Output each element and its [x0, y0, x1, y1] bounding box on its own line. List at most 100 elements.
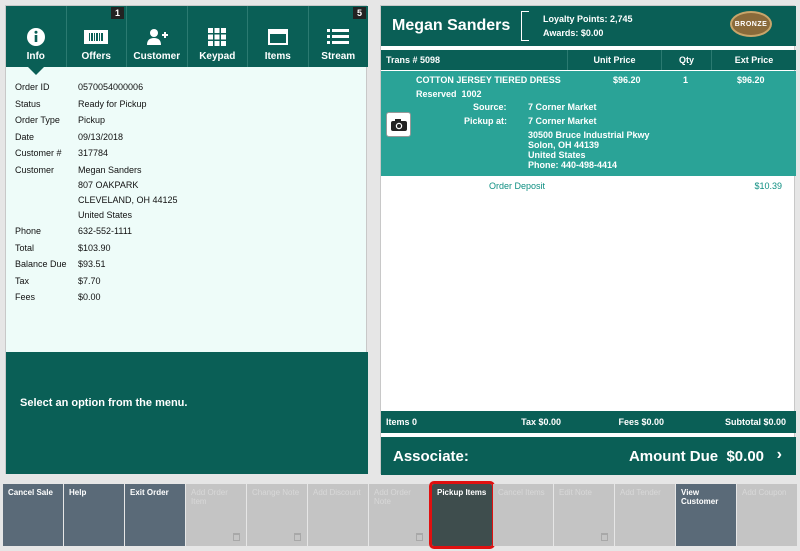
order-deposit-value: $10.39: [754, 181, 782, 191]
cancel-sale-button[interactable]: Cancel Sale: [3, 484, 63, 546]
chevron-right-icon[interactable]: ›: [777, 446, 782, 464]
field-label: Fees: [15, 292, 36, 303]
order-info-panel: Info 1 Offers Customer Keypad Items 5 St…: [5, 5, 369, 474]
help-button[interactable]: Help: [64, 484, 124, 546]
ext-price-header: Ext Price: [711, 50, 796, 70]
tier-label: BRONZE: [734, 20, 768, 28]
date-row: Date 09/13/2018: [15, 132, 278, 149]
unit-price-header: Unit Price: [567, 50, 661, 70]
item-reserved: Reserved 1002: [416, 89, 482, 99]
total-row: Total $103.90: [15, 243, 278, 260]
order-details: Order ID 0570054000006 Status Ready for Pi…: [15, 82, 278, 309]
field-label: Balance Due: [15, 259, 67, 270]
pickup-items-button[interactable]: Pickup Items: [429, 481, 495, 549]
cancel-items-button[interactable]: Cancel Items: [493, 484, 553, 546]
menu-prompt: Select an option from the menu.: [6, 352, 368, 474]
tab-label: Stream: [321, 51, 356, 62]
items-count: Items 0: [386, 417, 418, 427]
pickup-phone: Phone: 440-498-4414: [528, 160, 618, 170]
coupon-icon: [83, 26, 109, 48]
order-id-value: 0570054000006: [78, 82, 144, 92]
status-row: Status Ready for Pickup: [15, 99, 278, 116]
tab-label: Customer: [133, 51, 181, 62]
loyalty-info: Loyalty Points: 2,745 Awards: $0.00: [543, 12, 633, 40]
address-line: United States: [78, 209, 133, 220]
trans-number-header: Trans # 5098: [386, 55, 441, 65]
tab-info[interactable]: Info: [6, 6, 67, 75]
tab-offers[interactable]: 1 Offers: [67, 6, 127, 67]
info-icon: [26, 26, 46, 48]
change-note-button[interactable]: Change Note: [247, 484, 307, 546]
source-label: Source:: [473, 102, 507, 112]
trash-icon: [294, 533, 301, 541]
tab-label: Items: [264, 51, 291, 62]
add-order-item-button[interactable]: Add Order Item: [186, 484, 246, 546]
pickup-address: 30500 Bruce Industrial Pkwy: [528, 130, 650, 140]
tab-keypad[interactable]: Keypad: [188, 6, 248, 67]
edit-note-button[interactable]: Edit Note: [554, 484, 614, 546]
customer-name: Megan Sanders: [78, 164, 142, 175]
tab-label: Info: [26, 51, 45, 62]
top-tab-bar: Info 1 Offers Customer Keypad Items 5 St…: [6, 6, 369, 75]
address-line: CLEVELAND, OH 44125: [78, 194, 178, 205]
order-type-row: Order Type Pickup: [15, 115, 278, 132]
field-label: Status: [15, 98, 41, 109]
order-id-row: Order ID 0570054000006: [15, 82, 278, 99]
order-type-value: Pickup: [78, 115, 106, 126]
add-user-icon: [146, 26, 168, 48]
camera-icon[interactable]: [386, 112, 411, 137]
qty-header: Qty: [661, 50, 711, 70]
transaction-panel: Megan Sanders Loyalty Points: 2,745 Awar…: [380, 5, 796, 475]
amount-due-bar[interactable]: Associate: Amount Due $0.00 ›: [381, 437, 796, 475]
button-label: Cancel Sale: [8, 488, 53, 497]
keypad-icon: [208, 26, 227, 48]
tax-row: Tax $7.70: [15, 276, 278, 293]
button-label: Cancel Items: [498, 488, 545, 497]
fees-value: $0.00: [78, 292, 101, 303]
field-label: Customer: [15, 164, 55, 175]
tab-stream[interactable]: 5 Stream: [309, 6, 369, 67]
item-unit-price: $96.20: [613, 75, 641, 85]
add-discount-button[interactable]: Add Discount: [308, 484, 368, 546]
item-qty: 1: [683, 75, 689, 85]
field-label: Customer #: [15, 148, 62, 159]
phone-value: 632-552-1111: [78, 225, 133, 236]
pickup-address: Solon, OH 44139: [528, 140, 600, 150]
button-label: Add Coupon: [742, 488, 787, 497]
button-label: Pickup Items: [437, 488, 487, 497]
view-customer-button[interactable]: View Customer: [676, 484, 736, 546]
line-item-row[interactable]: COTTON JERSEY TIERED DRESS $96.20 1 $96.…: [381, 71, 796, 176]
add-coupon-button[interactable]: Add Coupon: [737, 484, 797, 546]
trash-icon: [416, 533, 423, 541]
button-label: Add Order Item: [191, 488, 228, 506]
tab-items[interactable]: Items: [248, 6, 309, 67]
customer-number-row: Customer # 317784: [15, 148, 278, 165]
loyalty-points: Loyalty Points: 2,745: [543, 14, 633, 24]
add-tender-button[interactable]: Add Tender: [615, 484, 675, 546]
field-label: Order ID: [15, 82, 50, 92]
customer-number-value: 317784: [78, 148, 109, 159]
tab-customer[interactable]: Customer: [127, 6, 188, 67]
address-line: 807 OAKPARK: [78, 179, 139, 190]
field-label: Total: [15, 242, 35, 253]
customer-value: Megan Sanders 807 OAKPARK CLEVELAND, OH …: [78, 165, 278, 225]
pickup-label: Pickup at:: [464, 116, 508, 126]
total-value: $103.90: [78, 242, 111, 253]
item-name: COTTON JERSEY TIERED DRESS: [416, 75, 561, 85]
trash-icon: [601, 533, 608, 541]
phone-row: Phone 632-552-1111: [15, 226, 278, 243]
add-order-note-button[interactable]: Add Order Note: [369, 484, 429, 546]
customer-name: Megan Sanders: [392, 17, 511, 34]
customer-header[interactable]: Megan Sanders Loyalty Points: 2,745 Awar…: [381, 6, 796, 46]
awards: Awards: $0.00: [543, 28, 604, 38]
action-button-bar: Cancel Sale Help Exit Order Add Order It…: [0, 481, 800, 549]
brace-divider: [521, 11, 529, 41]
menu-prompt-text: Select an option from the menu.: [20, 397, 188, 409]
button-label: View Customer: [681, 488, 719, 506]
field-label: Order Type: [15, 115, 60, 126]
button-label: Add Order Note: [374, 488, 411, 506]
exit-order-button[interactable]: Exit Order: [125, 484, 185, 546]
tax-total: Tax $0.00: [521, 417, 561, 427]
tab-label: Keypad: [199, 51, 236, 62]
stream-badge: 5: [352, 7, 366, 19]
